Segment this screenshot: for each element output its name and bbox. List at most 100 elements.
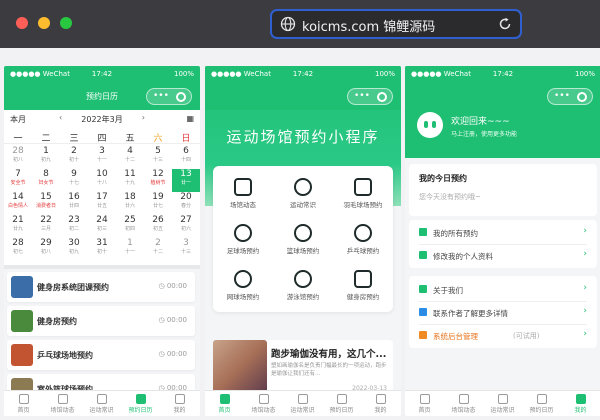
tab-user[interactable]: 我的 bbox=[561, 394, 600, 414]
register-prompt[interactable]: 马上注册，使用更多功能 bbox=[451, 129, 517, 138]
miniprogram-capsule[interactable]: ••• bbox=[146, 88, 192, 105]
tab-news[interactable]: 场馆动态 bbox=[43, 394, 82, 414]
menu-row[interactable]: 修改我的个人资料 › bbox=[409, 244, 597, 267]
miniprogram-capsule[interactable]: ••• bbox=[347, 88, 393, 105]
calendar-day[interactable]: 3 十一 bbox=[88, 146, 116, 169]
feature-menu: 场馆动态 运动常识 羽毛球场预约足球场预约 篮球场预约 乒乓球预约网球场预约 游泳馆预约 健… bbox=[213, 166, 393, 312]
calendar-day[interactable]: 1 初九 bbox=[32, 146, 60, 169]
minimize-window-button[interactable] bbox=[38, 17, 50, 29]
close-miniprogram-icon[interactable] bbox=[377, 92, 387, 102]
calendar-day[interactable]: 12 植树节 bbox=[144, 169, 172, 192]
tab-star[interactable]: 运动常识 bbox=[82, 394, 121, 414]
calendar-day[interactable]: 17 廿五 bbox=[88, 192, 116, 215]
clock-icon: ◷ bbox=[158, 316, 167, 324]
more-icon[interactable]: ••• bbox=[354, 91, 370, 101]
calendar-day[interactable]: 23 初二 bbox=[60, 215, 88, 238]
calendar-day-today[interactable]: 13 廿一 bbox=[172, 169, 200, 192]
calendar-day[interactable]: 7 安全节 bbox=[4, 169, 32, 192]
menu-row[interactable]: 我的所有预约 › bbox=[409, 221, 597, 244]
reload-icon[interactable] bbox=[497, 16, 513, 32]
calendar-day[interactable]: 10 十八 bbox=[88, 169, 116, 192]
tab-home[interactable]: 首页 bbox=[405, 394, 444, 414]
tab-label: 我的 bbox=[173, 407, 186, 414]
next-month-button[interactable]: › bbox=[142, 113, 145, 122]
tab-user[interactable]: 我的 bbox=[361, 394, 400, 414]
calendar-day[interactable]: 2 十二 bbox=[144, 238, 172, 261]
calendar-day[interactable]: 6 十四 bbox=[172, 146, 200, 169]
maximize-window-button[interactable] bbox=[60, 17, 72, 29]
feature-menu-item[interactable]: 足球场预约 bbox=[213, 218, 273, 264]
calendar-day[interactable]: 14 白色情人 bbox=[4, 192, 32, 215]
appointment-list-item[interactable]: 乒乓球场地预约 ◷ 00:00 bbox=[7, 340, 195, 370]
feature-menu-item[interactable]: 网球场预约 bbox=[213, 264, 273, 310]
calendar-day[interactable]: 26 初五 bbox=[144, 215, 172, 238]
more-icon[interactable]: ••• bbox=[554, 91, 570, 101]
calendar-day[interactable]: 19 廿七 bbox=[144, 192, 172, 215]
feature-menu-label: 羽毛球场预约 bbox=[343, 201, 383, 209]
address-bar[interactable]: koicms.com 锦鲤源码 bbox=[270, 9, 522, 39]
tab-calendar[interactable]: 预约日历 bbox=[522, 394, 561, 414]
calendar-day[interactable]: 4 十二 bbox=[116, 146, 144, 169]
calendar-day[interactable]: 16 廿四 bbox=[60, 192, 88, 215]
miniprogram-capsule[interactable]: ••• bbox=[547, 88, 593, 105]
calendar-day[interactable]: 25 初四 bbox=[116, 215, 144, 238]
calendar-day[interactable]: 20 春分 bbox=[172, 192, 200, 215]
calendar-day[interactable]: 21 廿九 bbox=[4, 215, 32, 238]
calendar-day[interactable]: 30 初九 bbox=[60, 238, 88, 261]
day-number: 14 bbox=[12, 192, 24, 202]
news-card[interactable]: 跑步瑜伽没有用，这几个... 塑如画瑜伽名是负责门幅最长的一项运动，跑步是瑜伽让… bbox=[213, 340, 393, 394]
feature-menu-item[interactable]: 篮球场预约 bbox=[273, 218, 333, 264]
close-miniprogram-icon[interactable] bbox=[176, 92, 186, 102]
calendar-day[interactable]: 5 十三 bbox=[144, 146, 172, 169]
calendar-day[interactable]: 29 初八 bbox=[32, 238, 60, 261]
tab-home[interactable]: 首页 bbox=[205, 394, 244, 414]
menu-row[interactable]: 系统后台管理 (可试用) › bbox=[409, 324, 597, 347]
calendar-day[interactable]: 15 消费者日 bbox=[32, 192, 60, 215]
calendar-day[interactable]: 18 廿六 bbox=[116, 192, 144, 215]
tab-label: 运动常识 bbox=[89, 407, 114, 414]
tab-star[interactable]: 运动常识 bbox=[483, 394, 522, 414]
calendar-day[interactable]: 28 初八 bbox=[4, 146, 32, 169]
calendar-day[interactable]: 9 十七 bbox=[60, 169, 88, 192]
appointment-list-item[interactable]: 健身房预约 ◷ 00:00 bbox=[7, 306, 195, 336]
close-window-button[interactable] bbox=[16, 17, 28, 29]
calendar-day[interactable]: 2 初十 bbox=[60, 146, 88, 169]
tab-calendar[interactable]: 预约日历 bbox=[121, 394, 160, 414]
feature-menu-item[interactable]: 乒乓球预约 bbox=[333, 218, 393, 264]
feature-menu-item[interactable]: 运动常识 bbox=[273, 172, 333, 218]
status-time: 17:42 bbox=[492, 70, 514, 78]
account-menu-card: 我的所有预约 › 修改我的个人资料 › bbox=[409, 220, 597, 268]
calendar-day[interactable]: 28 初七 bbox=[4, 238, 32, 261]
calendar-icon bbox=[336, 394, 347, 404]
more-icon[interactable]: ••• bbox=[153, 91, 169, 101]
calendar-day[interactable]: 11 十九 bbox=[116, 169, 144, 192]
calendar-day[interactable]: 24 初三 bbox=[88, 215, 116, 238]
tab-label: 场馆动态 bbox=[451, 407, 476, 414]
tab-calendar[interactable]: 预约日历 bbox=[322, 394, 361, 414]
tab-user[interactable]: 我的 bbox=[160, 394, 199, 414]
feature-menu-item[interactable]: 游泳馆预约 bbox=[273, 264, 333, 310]
feature-menu-item[interactable]: 羽毛球场预约 bbox=[333, 172, 393, 218]
calendar-day[interactable]: 22 三月 bbox=[32, 215, 60, 238]
avatar[interactable] bbox=[417, 112, 443, 138]
tab-home[interactable]: 首页 bbox=[4, 394, 43, 414]
day-number: 21 bbox=[12, 215, 24, 225]
calendar-day[interactable]: 3 十三 bbox=[172, 238, 200, 261]
lunar-label: 廿九 bbox=[12, 226, 23, 232]
tab-label: 首页 bbox=[418, 407, 431, 414]
menu-row[interactable]: 关于我们 › bbox=[409, 278, 597, 301]
tab-news[interactable]: 场馆动态 bbox=[244, 394, 283, 414]
menu-row[interactable]: 联系作者了解更多详情 › bbox=[409, 301, 597, 324]
tab-star[interactable]: 运动常识 bbox=[283, 394, 322, 414]
calendar-day[interactable]: 8 妇女节 bbox=[32, 169, 60, 192]
calendar-day[interactable]: 31 初十 bbox=[88, 238, 116, 261]
calendar-menu-icon[interactable]: ▦ bbox=[186, 114, 194, 123]
calendar-day[interactable]: 1 十一 bbox=[116, 238, 144, 261]
tab-news[interactable]: 场馆动态 bbox=[444, 394, 483, 414]
feature-menu-item[interactable]: 场馆动态 bbox=[213, 172, 273, 218]
close-miniprogram-icon[interactable] bbox=[577, 92, 587, 102]
calendar-day[interactable]: 27 初六 bbox=[172, 215, 200, 238]
appointment-list-item[interactable]: 健身房系统团课预约 ◷ 00:00 bbox=[7, 272, 195, 302]
feature-menu-item[interactable]: 健身房预约 bbox=[333, 264, 393, 310]
appointment-time-value: 00:00 bbox=[166, 316, 187, 324]
